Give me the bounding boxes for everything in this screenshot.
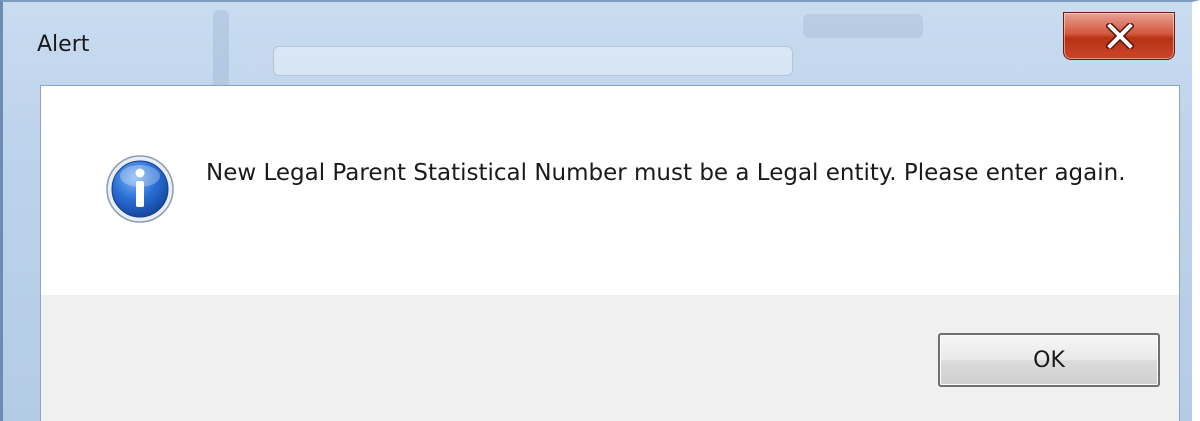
close-button[interactable]: [1063, 12, 1175, 60]
alert-window: Alert New Legal Parent Statistical Numbe…: [0, 0, 1200, 421]
button-bar: OK: [40, 295, 1180, 421]
ok-button[interactable]: OK: [938, 333, 1160, 387]
info-icon: [105, 154, 175, 228]
alert-message: New Legal Parent Statistical Number must…: [206, 160, 1126, 186]
title-bar[interactable]: Alert: [3, 2, 1192, 82]
close-icon: [1106, 23, 1134, 49]
window-title: Alert: [37, 32, 90, 57]
message-area: New Legal Parent Statistical Number must…: [40, 85, 1180, 295]
